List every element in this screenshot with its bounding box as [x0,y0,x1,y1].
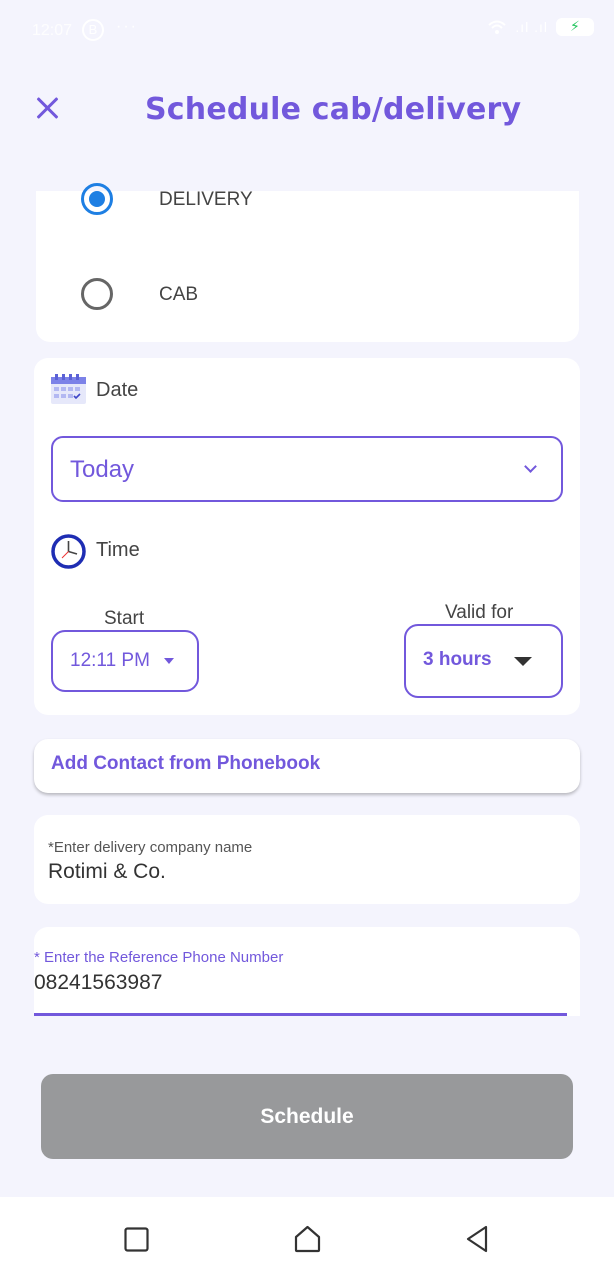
more-notifications-icon: ··· [116,18,138,35]
close-icon[interactable] [30,90,66,126]
status-right: .ıl .ıl ⚡ [487,18,594,36]
start-label: Start [104,608,145,629]
valid-for-dropdown[interactable]: 3 hours [404,624,563,698]
chevron-down-icon [524,460,537,473]
time-label: Time [96,539,140,561]
date-value: Today [70,456,135,483]
home-icon[interactable] [294,1225,321,1253]
start-time-dropdown[interactable]: 12:11 PM [51,630,199,692]
schedule-button[interactable]: Schedule [41,1074,573,1159]
calendar-icon [51,374,86,404]
clock-icon [51,534,86,569]
valid-for-label: Valid for [445,602,514,623]
charging-bolt-icon: ⚡ [570,18,580,34]
phone-number-field[interactable]: * Enter the Reference Phone Number 08241… [34,927,580,1016]
recents-icon[interactable] [124,1227,149,1252]
radio-cab-label: CAB [159,284,199,305]
company-name-field[interactable]: *Enter delivery company name Rotimi & Co… [34,815,580,904]
radio-cab[interactable] [81,278,113,310]
b-badge-icon: B [82,19,104,41]
page-title: Schedule cab/delivery [145,92,522,127]
phone-number-label: * Enter the Reference Phone Number [34,949,284,966]
battery-icon: ⚡ [556,18,594,36]
phone-number-value[interactable]: 08241563987 [34,971,162,995]
back-icon[interactable] [465,1225,489,1253]
radio-delivery-label: DELIVERY [159,189,253,210]
schedule-button-label: Schedule [260,1105,354,1128]
date-time-card: Date Today Time Start Valid for 12:11 PM… [34,358,580,715]
add-contact-label: Add Contact from Phonebook [51,753,321,774]
status-time: 12:07 [32,22,73,39]
start-time-value: 12:11 PM [70,650,150,671]
wifi-icon [488,20,506,34]
phone-field-underline [34,1013,567,1016]
type-selection-card: DELIVERY CAB [36,183,579,342]
date-dropdown[interactable]: Today [51,436,563,502]
date-label: Date [96,379,139,401]
status-bar: 12:07 B ··· .ıl .ıl ⚡ [0,0,614,60]
navigation-bar [0,1197,614,1280]
radio-delivery[interactable] [81,183,113,215]
caret-down-icon [164,658,174,664]
signal-icon: .ıl .ıl [515,19,548,35]
caret-down-icon [514,657,532,666]
company-name-label: *Enter delivery company name [48,839,253,856]
company-name-value[interactable]: Rotimi & Co. [48,860,166,884]
valid-for-value: 3 hours [423,649,492,670]
add-contact-button[interactable]: Add Contact from Phonebook [34,739,580,793]
